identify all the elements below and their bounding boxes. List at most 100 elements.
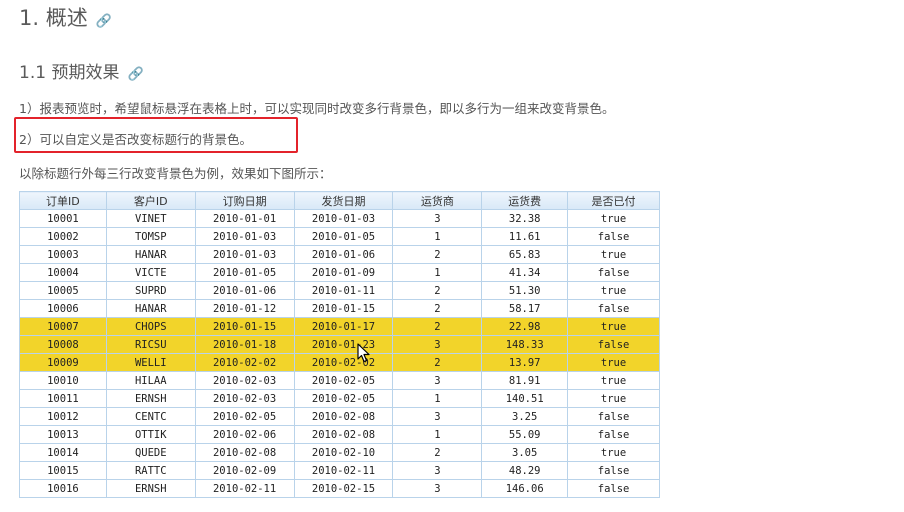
table-cell: 10003 xyxy=(19,245,107,264)
table-cell: 1 xyxy=(392,263,483,282)
table-cell: HANAR xyxy=(105,299,196,318)
table-cell: 10016 xyxy=(19,479,107,498)
table-row[interactable]: 10014 QUEDE 2010-02-08 2010-02-10 2 3.05 true xyxy=(19,443,660,462)
table-row[interactable]: 10009 WELLI 2010-02-02 2010-02-02 2 13.97 true xyxy=(19,353,660,372)
table-cell: 10006 xyxy=(19,299,107,318)
table-row[interactable]: 10012 CENTC 2010-02-05 2010-02-08 3 3.25 false xyxy=(19,407,660,426)
table-cell: 2010-01-15 xyxy=(194,317,295,336)
table-cell: 10012 xyxy=(19,407,107,426)
table-row[interactable]: 10015 RATTC 2010-02-09 2010-02-11 3 48.29 fals… xyxy=(19,461,660,480)
table-cell: 2010-01-15 xyxy=(293,299,394,318)
table-cell: OTTIK xyxy=(105,425,196,444)
table-cell: 41.34 xyxy=(481,263,569,282)
link-icon[interactable]: 🔗 xyxy=(96,14,112,29)
table-cell: 10014 xyxy=(19,443,107,462)
column-header[interactable]: 客户ID xyxy=(105,191,196,210)
column-header[interactable]: 运货商 xyxy=(392,191,483,210)
table-cell: 1 xyxy=(392,389,483,408)
table-cell: 2010-01-05 xyxy=(293,227,394,246)
table-cell: 13.97 xyxy=(481,353,569,372)
table-row[interactable]: 10006 HANAR 2010-01-12 2010-01-15 2 58.17 fals… xyxy=(19,299,660,318)
table-cell: 1 xyxy=(392,227,483,246)
table-cell: 2010-01-18 xyxy=(194,335,295,354)
table-row[interactable]: 10011 ERNSH 2010-02-03 2010-02-05 1 140.51 tru… xyxy=(19,389,660,408)
table-cell: 140.51 xyxy=(481,389,569,408)
table-cell: false xyxy=(567,335,660,354)
table-cell: 2010-02-15 xyxy=(293,479,394,498)
table-cell: 2010-01-06 xyxy=(293,245,394,264)
table-cell: 2 xyxy=(392,443,483,462)
table-cell: false xyxy=(567,299,660,318)
column-header[interactable]: 运货费 xyxy=(481,191,569,210)
link-icon[interactable]: 🔗 xyxy=(127,67,143,82)
table-cell: CENTC xyxy=(105,407,196,426)
table-cell: 2010-01-06 xyxy=(194,281,295,300)
table-cell: 2010-02-05 xyxy=(194,407,295,426)
table-cell: false xyxy=(567,227,660,246)
table-row[interactable]: 10001 VINET 2010-01-01 2010-01-03 3 32.38 true xyxy=(19,209,660,228)
table-row[interactable]: 10007 CHOPS 2010-01-15 2010-01-17 2 22.98 true xyxy=(19,317,660,336)
table-row[interactable]: 10016 ERNSH 2010-02-11 2010-02-15 3 146.06 fal… xyxy=(19,479,660,498)
table-row[interactable]: 10002 TOMSP 2010-01-03 2010-01-05 1 11.61 fals… xyxy=(19,227,660,246)
table-cell: 11.61 xyxy=(481,227,569,246)
table-cell: 2010-02-11 xyxy=(194,479,295,498)
table-cell: 2 xyxy=(392,299,483,318)
table-cell: 2010-01-03 xyxy=(293,209,394,228)
table-cell: 32.38 xyxy=(481,209,569,228)
table-row[interactable]: 10003 HANAR 2010-01-03 2010-01-06 2 65.83 true xyxy=(19,245,660,264)
table-cell: RICSU xyxy=(105,335,196,354)
table-row[interactable]: 10010 HILAA 2010-02-03 2010-02-05 3 81.91 true xyxy=(19,371,660,390)
table-cell: 2010-02-05 xyxy=(293,371,394,390)
table-cell: 81.91 xyxy=(481,371,569,390)
table-cell: 3.05 xyxy=(481,443,569,462)
table-cell: 3 xyxy=(392,407,483,426)
column-header[interactable]: 发货日期 xyxy=(293,191,394,210)
table-cell: SUPRD xyxy=(105,281,196,300)
table-cell: 2010-01-03 xyxy=(194,245,295,264)
table-cell: 2010-01-09 xyxy=(293,263,394,282)
table-cell: 2010-02-08 xyxy=(293,407,394,426)
table-cell: 2010-02-08 xyxy=(293,425,394,444)
table-cell: false xyxy=(567,407,660,426)
column-header[interactable]: 订单ID xyxy=(19,191,107,210)
table-cell: true xyxy=(567,245,660,264)
table-row[interactable]: 10008 RICSU 2010-01-18 2010-01-23 3 148.33 fal… xyxy=(19,335,660,354)
page-title-text: 1. 概述 xyxy=(19,6,88,30)
column-header[interactable]: 是否已付 xyxy=(567,191,660,210)
table-row[interactable]: 10005 SUPRD 2010-01-06 2010-01-11 2 51.30 true xyxy=(19,281,660,300)
table-cell: 2010-01-11 xyxy=(293,281,394,300)
table-cell: WELLI xyxy=(105,353,196,372)
table-cell: false xyxy=(567,425,660,444)
page-title: 1. 概述 🔗 xyxy=(19,2,112,32)
table-cell: 65.83 xyxy=(481,245,569,264)
table-cell: 10002 xyxy=(19,227,107,246)
table-cell: 22.98 xyxy=(481,317,569,336)
table-cell: 10015 xyxy=(19,461,107,480)
table-cell: 2010-02-09 xyxy=(194,461,295,480)
table-cell: TOMSP xyxy=(105,227,196,246)
table-cell: 10007 xyxy=(19,317,107,336)
orders-table: 订单ID 客户ID 订购日期 发货日期 运货商 运货费 是否已付 10001 VINET 201… xyxy=(19,191,660,498)
table-cell: 3.25 xyxy=(481,407,569,426)
table-cell: 55.09 xyxy=(481,425,569,444)
table-cell: 48.29 xyxy=(481,461,569,480)
table-cell: false xyxy=(567,263,660,282)
table-cell: 2 xyxy=(392,353,483,372)
table-cell: 1 xyxy=(392,425,483,444)
table-cell: 2010-02-06 xyxy=(194,425,295,444)
table-cell: 51.30 xyxy=(481,281,569,300)
table-cell: 2010-02-02 xyxy=(194,353,295,372)
table-cell: 10009 xyxy=(19,353,107,372)
table-row[interactable]: 10004 VICTE 2010-01-05 2010-01-09 1 41.34 fals… xyxy=(19,263,660,282)
paragraph-requirement-1: 1）报表预览时，希望鼠标悬浮在表格上时，可以实现同时改变多行背景色，即以多行为一… xyxy=(19,101,615,116)
table-cell: 2010-01-03 xyxy=(194,227,295,246)
table-cell: false xyxy=(567,461,660,480)
table-cell: HANAR xyxy=(105,245,196,264)
table-cell: 10008 xyxy=(19,335,107,354)
table-cell: 10005 xyxy=(19,281,107,300)
table-cell: 3 xyxy=(392,371,483,390)
table-cell: 10011 xyxy=(19,389,107,408)
table-row[interactable]: 10013 OTTIK 2010-02-06 2010-02-08 1 55.09 fals… xyxy=(19,425,660,444)
table-cell: 3 xyxy=(392,461,483,480)
column-header[interactable]: 订购日期 xyxy=(194,191,295,210)
